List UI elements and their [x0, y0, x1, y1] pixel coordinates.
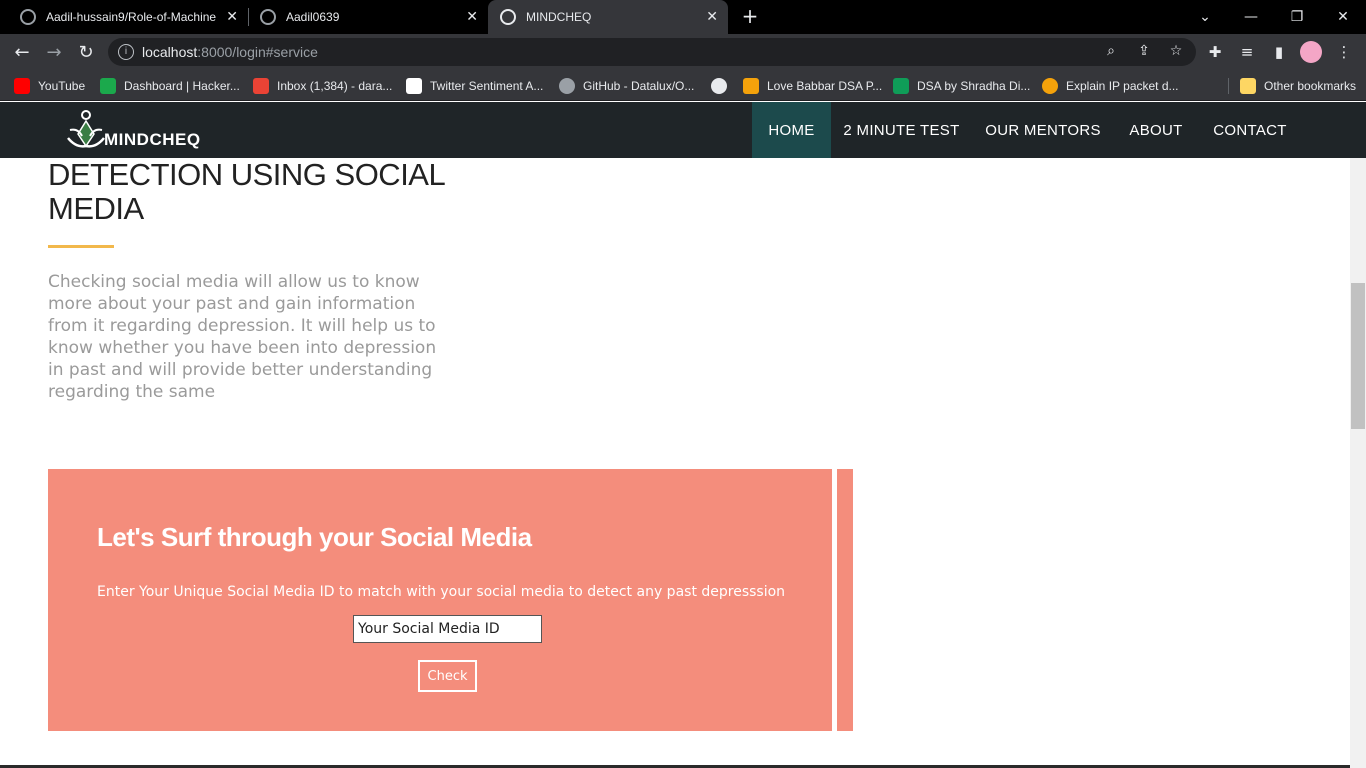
profile-avatar[interactable]: [1300, 41, 1322, 63]
new-tab-button[interactable]: +: [738, 4, 762, 28]
bookmark-star-icon[interactable]: ☆: [1167, 43, 1185, 61]
globe-icon: [500, 9, 516, 25]
browser-tab-active[interactable]: MINDCHEQ ✕: [488, 0, 728, 34]
bookmark-label: Other bookmarks: [1264, 79, 1357, 93]
back-arrow-icon[interactable]: ←: [10, 40, 34, 64]
heading-line-1: DETECTION USING SOCIAL: [48, 158, 446, 192]
section-description: Checking social media will allow us to k…: [48, 272, 437, 402]
url-text[interactable]: localhost:8000/login#service: [142, 44, 318, 60]
zoom-icon[interactable]: ⌕: [1102, 43, 1120, 61]
sheets-icon: [893, 78, 909, 94]
panel-title: Let's Surf through your Social Media: [97, 522, 532, 552]
menu-kebab-icon[interactable]: ⋮: [1335, 43, 1353, 61]
github-icon: [260, 9, 276, 25]
tab-title: Aadil0639: [286, 10, 340, 24]
url-path: :8000/login#service: [197, 44, 318, 60]
close-window-icon[interactable]: ✕: [1320, 0, 1366, 34]
heading-line-2: MEDIA: [48, 191, 144, 226]
share-icon[interactable]: ⇪: [1135, 43, 1153, 61]
hackerrank-icon: [100, 78, 116, 94]
minimize-icon[interactable]: —: [1228, 0, 1274, 34]
close-tab-icon[interactable]: ✕: [706, 9, 718, 25]
close-tab-icon[interactable]: ✕: [226, 9, 238, 25]
forward-arrow-icon[interactable]: →: [42, 40, 66, 64]
bookmark-label: Explain IP packet d...: [1066, 79, 1179, 93]
site-header: MINDCHEQ HOME 2 MINUTE TEST OUR MENTORS …: [0, 102, 1366, 158]
browser-tab[interactable]: Aadil0639 ✕: [248, 0, 488, 34]
bookmark-gmail[interactable]: Inbox (1,384) - dara...: [253, 76, 392, 96]
bookmark-label: Twitter Sentiment A...: [430, 79, 544, 93]
scrollbar-thumb[interactable]: [1351, 283, 1365, 429]
tab-search-icon[interactable]: ⌄: [1182, 0, 1228, 34]
nav-home[interactable]: HOME: [752, 102, 831, 158]
bookmark-shradha[interactable]: DSA by Shradha Di...: [893, 76, 1030, 96]
nav-contact[interactable]: CONTACT: [1204, 102, 1296, 158]
gmail-icon: [253, 78, 269, 94]
panel-side-strip: [837, 469, 853, 731]
page-content: DETECTION USING SOCIAL MEDIA Checking so…: [0, 158, 1350, 768]
tab-title: MINDCHEQ: [526, 10, 592, 24]
medium-icon: [406, 78, 422, 94]
bookmark-label: Dashboard | Hacker...: [124, 79, 240, 93]
section-heading: DETECTION USING SOCIAL MEDIA: [48, 158, 468, 226]
tab-title: Aadil-hussain9/Role-of-Machine-: [46, 10, 216, 24]
globe-icon: [711, 78, 727, 94]
bookmark-label: DSA by Shradha Di...: [917, 79, 1031, 93]
social-media-panel: Let's Surf through your Social Media Ent…: [48, 469, 832, 731]
restore-icon[interactable]: ❐: [1274, 0, 1320, 34]
bookmark-label: Inbox (1,384) - dara...: [277, 79, 393, 93]
bookmark-label: YouTube: [38, 79, 86, 93]
extensions-icon[interactable]: ✚: [1206, 43, 1224, 61]
panel-subtitle: Enter Your Unique Social Media ID to mat…: [97, 584, 786, 600]
logo-text: MINDCHEQ: [104, 130, 201, 149]
browser-tab[interactable]: Aadil-hussain9/Role-of-Machine- ✕: [8, 0, 248, 34]
bookmark-github[interactable]: GitHub - Datalux/O...: [559, 76, 694, 96]
quora-icon: [1042, 78, 1058, 94]
bookmark-love-babbar[interactable]: Love Babbar DSA P...: [743, 76, 882, 96]
codestudio-icon: [743, 78, 759, 94]
bookmark-ip-packet[interactable]: Explain IP packet d...: [1042, 76, 1179, 96]
bookmark-youtube[interactable]: YouTube: [14, 76, 85, 96]
address-bar[interactable]: i localhost:8000/login#service ⌕ ⇪ ☆: [108, 38, 1196, 66]
reload-icon[interactable]: ↻: [74, 40, 98, 64]
site-logo[interactable]: MINDCHEQ: [64, 106, 201, 154]
bookmark-label: Love Babbar DSA P...: [767, 79, 883, 93]
browser-toolbar: ← → ↻ i localhost:8000/login#service ⌕ ⇪…: [0, 34, 1366, 70]
heading-accent-underline: [48, 245, 114, 248]
social-media-id-input[interactable]: Your Social Media ID: [353, 615, 542, 643]
bookmark-globe[interactable]: [711, 76, 735, 96]
bookmark-label: GitHub - Datalux/O...: [583, 79, 695, 93]
bookmark-hackerrank[interactable]: Dashboard | Hacker...: [100, 76, 240, 96]
youtube-icon: [14, 78, 30, 94]
github-icon: [20, 9, 36, 25]
bookmark-twitter-sentiment[interactable]: Twitter Sentiment A...: [406, 76, 543, 96]
check-button[interactable]: Check: [418, 660, 477, 692]
url-host: localhost: [142, 44, 198, 60]
nav-our-mentors[interactable]: OUR MENTORS: [978, 102, 1108, 158]
bookmarks-bar: YouTube Dashboard | Hacker... Inbox (1,3…: [0, 70, 1366, 101]
folder-icon: [1240, 78, 1256, 94]
bookmarks-divider: [1228, 78, 1229, 94]
site-info-icon[interactable]: i: [118, 44, 134, 60]
nav-about[interactable]: ABOUT: [1120, 102, 1192, 158]
meditation-logo-icon: [64, 108, 106, 152]
github-icon: [559, 78, 575, 94]
page-scrollbar[interactable]: [1350, 158, 1366, 768]
other-bookmarks[interactable]: Other bookmarks: [1240, 76, 1356, 96]
close-tab-icon[interactable]: ✕: [466, 9, 478, 25]
side-panel-icon[interactable]: ▮: [1270, 43, 1288, 61]
media-control-icon[interactable]: ≡: [1238, 43, 1256, 61]
nav-2-minute-test[interactable]: 2 MINUTE TEST: [838, 102, 965, 158]
browser-tab-strip: Aadil-hussain9/Role-of-Machine- ✕ Aadil0…: [0, 0, 1366, 34]
